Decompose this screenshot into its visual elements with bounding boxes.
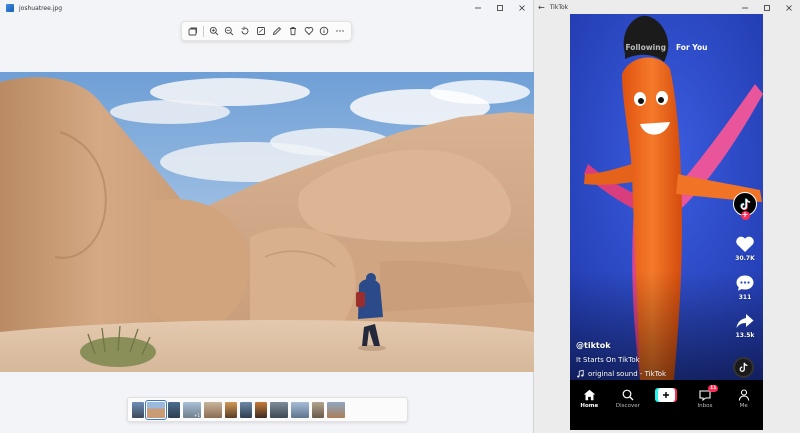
- tiktok-phone-frame: Following For You + 30.7K 311 13.5k @tik…: [570, 14, 763, 430]
- toolbar-divider: [202, 25, 204, 37]
- nav-me-label: Me: [739, 403, 748, 409]
- nav-discover[interactable]: Discover: [613, 389, 643, 409]
- inbox-badge: 11: [708, 385, 719, 392]
- tiktok-window-title: TikTok: [549, 3, 569, 11]
- create-button[interactable]: [655, 388, 678, 402]
- tab-for-you[interactable]: For You: [676, 43, 708, 52]
- delete-button[interactable]: [285, 23, 300, 39]
- back-arrow-icon[interactable]: ←: [538, 3, 545, 12]
- info-icon: [320, 26, 329, 36]
- video-caption: It Starts On TikTok: [576, 356, 640, 364]
- thumbnail[interactable]: [312, 401, 324, 418]
- window-controls: [467, 0, 533, 16]
- photos-window-title: joshuatree.jpg: [19, 4, 63, 12]
- follow-plus-button[interactable]: +: [740, 211, 750, 220]
- zoom-in-button[interactable]: [206, 23, 221, 39]
- nav-home[interactable]: Home: [574, 389, 604, 409]
- bottom-navigation: Home Discover 11 Inbox Me: [570, 380, 763, 430]
- video-author[interactable]: @tiktok: [576, 341, 611, 350]
- main-photo[interactable]: [0, 72, 534, 372]
- minimize-icon: [475, 7, 481, 9]
- minimize-icon: [742, 7, 748, 9]
- thumbnail-selected[interactable]: [145, 399, 167, 420]
- tiktok-window: ← TikTok Following For You + 30.7K 311 1…: [534, 0, 800, 433]
- tiktok-logo-icon: [739, 362, 748, 372]
- thumbnail[interactable]: [204, 401, 222, 418]
- rotate-icon: [241, 26, 249, 35]
- thumbnail[interactable]: [327, 401, 345, 418]
- share-count: 13.5k: [735, 332, 755, 339]
- profile-icon: [738, 389, 749, 401]
- nav-inbox-label: Inbox: [697, 403, 713, 409]
- share-action: 13.5k: [731, 312, 759, 339]
- thumbnail[interactable]: [270, 401, 288, 418]
- more-options-button[interactable]: [333, 23, 348, 39]
- close-icon: [786, 5, 792, 11]
- close-button[interactable]: [511, 0, 533, 16]
- info-button[interactable]: [317, 23, 332, 39]
- music-note-icon: [577, 370, 584, 378]
- desktop: joshuatree.jpg +1 ← TikTok Following For…: [0, 0, 800, 433]
- rotate-button[interactable]: [238, 23, 253, 39]
- like-action: 30.7K: [731, 235, 759, 262]
- crop-button[interactable]: [254, 23, 269, 39]
- nav-me[interactable]: Me: [729, 389, 759, 409]
- photos-titlebar: joshuatree.jpg: [0, 0, 533, 16]
- photo-toolbar: [181, 21, 352, 41]
- search-icon: [622, 389, 634, 401]
- comment-action: 311: [731, 274, 759, 301]
- thumbnail[interactable]: [291, 401, 309, 418]
- joshua-tree-photo: [0, 72, 534, 372]
- nav-inbox[interactable]: 11 Inbox: [690, 385, 720, 409]
- thumbnail[interactable]: [132, 401, 144, 418]
- trash-icon: [289, 27, 296, 36]
- like-count: 30.7K: [735, 255, 755, 262]
- photos-window: joshuatree.jpg +1: [0, 0, 534, 433]
- feed-tabs: Following For You: [570, 43, 763, 52]
- zoom-in-icon: [209, 26, 218, 36]
- image-stack-icon: [188, 27, 197, 36]
- home-icon: [583, 389, 596, 401]
- minimize-button[interactable]: [467, 0, 489, 16]
- ellipsis-icon: [336, 30, 344, 32]
- zoom-out-icon: [225, 26, 234, 36]
- maximize-icon: [497, 5, 503, 11]
- share-arrow-icon[interactable]: [735, 312, 755, 330]
- tiktok-titlebar: ← TikTok: [534, 0, 800, 14]
- image-stack-button[interactable]: [185, 23, 200, 39]
- nav-home-label: Home: [580, 403, 599, 409]
- close-button[interactable]: [778, 0, 800, 16]
- photos-app-icon: [6, 4, 14, 12]
- crop-icon: [257, 27, 266, 35]
- thumbnail[interactable]: [225, 401, 237, 418]
- sound-name: original sound - TikTok: [588, 370, 667, 378]
- thumbnail-badge: +1: [194, 412, 200, 418]
- favorite-button[interactable]: [301, 23, 316, 39]
- maximize-button[interactable]: [489, 0, 511, 16]
- edit-button[interactable]: [269, 23, 284, 39]
- comment-count: 311: [738, 294, 752, 301]
- nav-create[interactable]: [651, 388, 681, 402]
- creator-avatar-stack: +: [731, 192, 759, 220]
- filmstrip: +1: [127, 397, 408, 422]
- pencil-icon: [272, 26, 282, 36]
- tiktok-logo-icon: [739, 197, 750, 210]
- create-button-face: [657, 388, 675, 402]
- zoom-out-button[interactable]: [222, 23, 237, 39]
- heart-icon[interactable]: [735, 235, 755, 253]
- close-icon: [519, 5, 525, 11]
- thumbnail[interactable]: [255, 401, 267, 418]
- maximize-icon: [764, 5, 770, 11]
- tab-following[interactable]: Following: [625, 43, 665, 52]
- thumbnail[interactable]: [168, 401, 180, 418]
- thumbnail[interactable]: +1: [183, 401, 201, 418]
- nav-discover-label: Discover: [615, 403, 640, 409]
- thumbnail[interactable]: [240, 401, 252, 418]
- video-sound[interactable]: original sound - TikTok: [576, 370, 666, 378]
- sound-disc[interactable]: [733, 357, 754, 378]
- plus-icon: [663, 392, 670, 398]
- comment-bubble-icon[interactable]: [735, 274, 755, 292]
- heart-icon: [304, 27, 313, 36]
